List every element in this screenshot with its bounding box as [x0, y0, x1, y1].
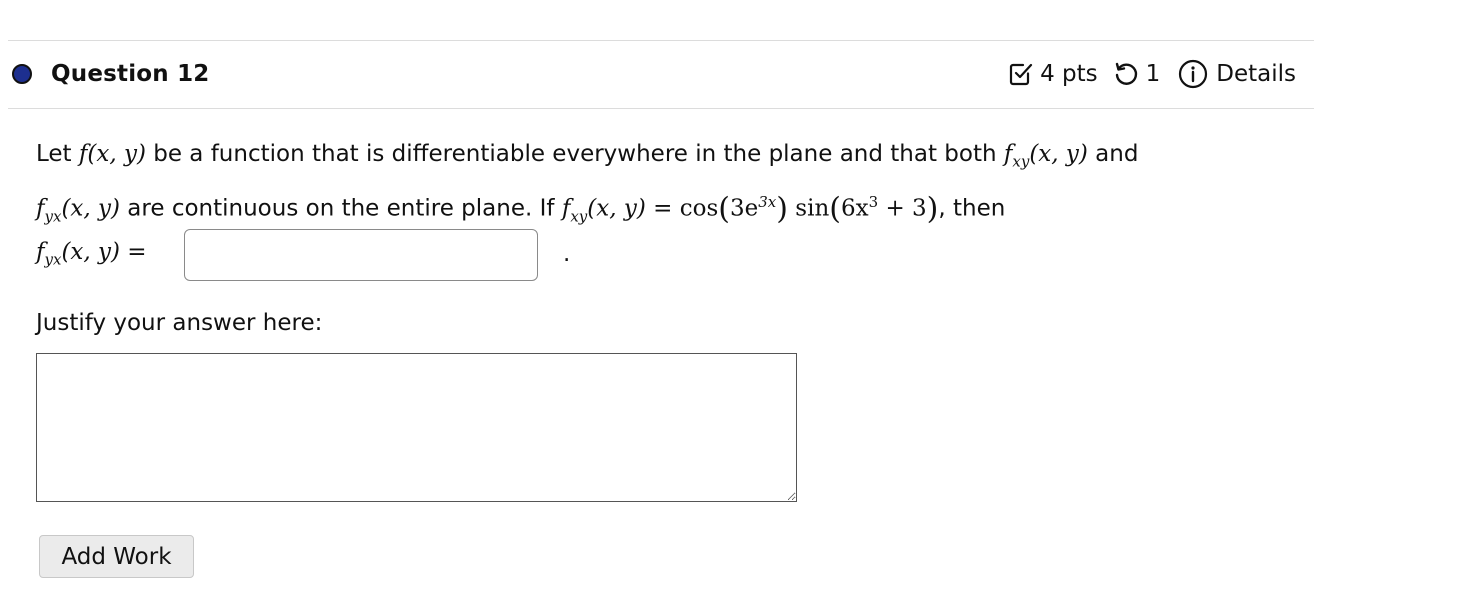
- question-body: Let f(x, y) be a function that is differ…: [36, 134, 1286, 236]
- subscript-yx: yx: [44, 206, 62, 225]
- text-segment: be a function that is differentiable eve…: [145, 141, 1004, 167]
- equals-sign: =: [120, 239, 147, 265]
- args-xy: (x, y): [61, 195, 120, 222]
- args-xy: (x, y): [587, 195, 646, 222]
- question-status-dot: [12, 64, 32, 84]
- exponent-3: 3: [868, 192, 879, 211]
- f-letter: f: [36, 239, 45, 265]
- subscript-yx: yx: [44, 250, 62, 269]
- question-header: Question 12 4 pts 1 Details: [8, 41, 1314, 108]
- text-segment: and: [1087, 141, 1139, 167]
- subscript-xy: xy: [570, 206, 588, 225]
- f-letter: f: [36, 195, 45, 222]
- question-title: Question 12: [51, 61, 210, 87]
- question-text-line-2: fyx(x, y) are continuous on the entire p…: [36, 182, 1286, 236]
- question-meta: 4 pts 1 Details: [1008, 59, 1296, 89]
- checkbox-check-icon: [1008, 61, 1034, 87]
- left-paren: (: [829, 191, 841, 227]
- text-segment: Let: [36, 141, 79, 167]
- three-e: 3e: [729, 195, 759, 222]
- right-paren: ): [776, 191, 788, 227]
- question-text-line-1: Let f(x, y) be a function that is differ…: [36, 134, 1286, 182]
- left-paren: (: [718, 191, 730, 227]
- details-link[interactable]: Details: [1216, 61, 1296, 87]
- header-bottom-divider: [8, 108, 1314, 109]
- args-xy: (x, y): [1029, 141, 1088, 167]
- plus-three: + 3: [878, 195, 927, 222]
- right-paren: ): [926, 191, 939, 227]
- cos-function: cos: [679, 195, 719, 222]
- six-x: 6x: [840, 195, 869, 222]
- answer-label: fyx(x, y) =: [36, 239, 147, 269]
- equals-sign: =: [645, 195, 680, 222]
- sin-function: sin: [787, 195, 830, 222]
- text-segment: , then: [938, 195, 1006, 222]
- subscript-xy: xy: [1012, 152, 1030, 171]
- text-segment: are continuous on the entire plane. If: [120, 195, 562, 222]
- justify-textarea[interactable]: [36, 353, 797, 502]
- justify-label: Justify your answer here:: [36, 310, 323, 336]
- add-work-button[interactable]: Add Work: [39, 535, 194, 578]
- retry-icon: [1112, 60, 1140, 88]
- attempts-count: 1: [1145, 61, 1161, 87]
- exponent-3x: 3x: [758, 192, 777, 211]
- function-f-xy: f(x, y): [78, 141, 146, 167]
- info-circle-icon[interactable]: [1178, 59, 1208, 89]
- args-xy: (x, y): [61, 239, 120, 265]
- answer-input[interactable]: [184, 229, 538, 281]
- answer-period: .: [563, 241, 571, 267]
- points-label: 4 pts: [1040, 61, 1098, 87]
